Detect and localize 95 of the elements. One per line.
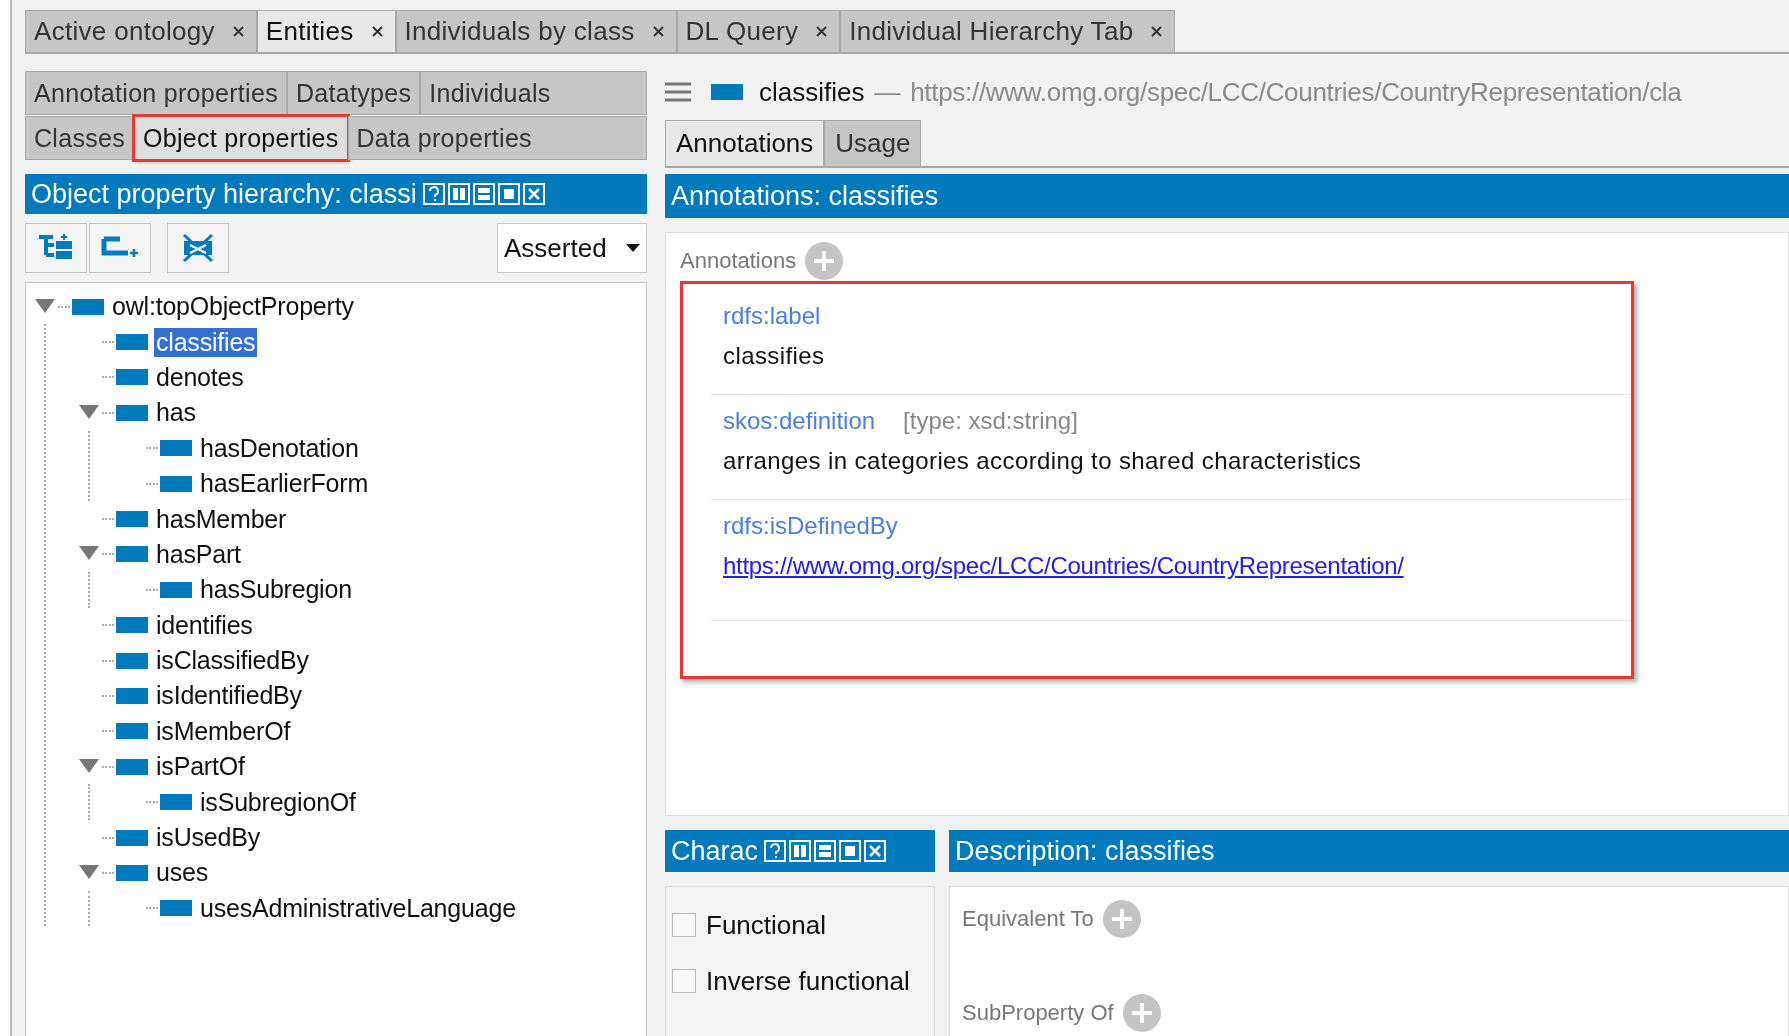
split-horizontal-icon[interactable] (814, 840, 837, 862)
caret-icon (626, 244, 640, 252)
checkbox-label: Inverse functional (706, 965, 910, 997)
section-label: Equivalent To (962, 906, 1094, 932)
entity-tab[interactable]: Individuals (420, 71, 647, 115)
entity-tab[interactable]: Data properties (347, 116, 647, 160)
property-icon (711, 84, 743, 100)
mode-dropdown[interactable]: Asserted (497, 223, 647, 273)
property-icon (116, 829, 148, 846)
entity-tab[interactable]: Classes (25, 116, 135, 160)
checkbox[interactable] (672, 969, 696, 993)
property-icon (160, 581, 192, 598)
maximize-icon[interactable] (839, 840, 862, 862)
section-label: Annotations (680, 248, 797, 274)
add-sibling-button[interactable] (89, 223, 151, 273)
tree-item[interactable]: isSubregionOf (198, 787, 358, 817)
delete-button[interactable] (167, 223, 229, 273)
split-vertical-icon[interactable] (447, 183, 470, 205)
checkbox[interactable] (672, 913, 696, 937)
tab[interactable]: Active ontology (25, 10, 257, 52)
entity-name: classifies (759, 76, 865, 108)
entity-tab[interactable]: Object properties (134, 116, 348, 160)
property-icon (160, 794, 192, 811)
checkbox-label: Functional (706, 909, 826, 941)
expand-toggle-icon[interactable] (79, 546, 99, 561)
property-icon (116, 723, 148, 740)
property-icon (116, 652, 148, 669)
help-icon[interactable] (764, 840, 787, 862)
property-icon (116, 404, 148, 421)
separator: — (874, 76, 901, 108)
close-icon[interactable] (1151, 26, 1163, 37)
tree-item[interactable]: hasDenotation (198, 433, 361, 463)
panel-title: Annotations: classifies (671, 180, 939, 212)
tree-item[interactable]: isClassifiedBy (154, 646, 311, 676)
close-icon[interactable] (232, 26, 244, 37)
tab[interactable]: Individuals by class (395, 10, 677, 52)
expand-toggle-icon[interactable] (79, 758, 99, 773)
tree-item[interactable]: usesAdministrativeLanguage (198, 893, 518, 923)
close-icon[interactable] (816, 26, 828, 37)
tree-item[interactable]: isMemberOf (154, 716, 293, 746)
tree-item[interactable]: has (154, 398, 198, 428)
entity-tab[interactable]: Annotation properties (25, 71, 287, 115)
property-icon (160, 900, 192, 917)
maximize-icon[interactable] (497, 183, 520, 205)
property-icon (116, 864, 148, 881)
tree-item[interactable]: owl:topObjectProperty (110, 292, 356, 322)
tab[interactable]: Entities (256, 10, 396, 52)
panel-title: Object property hierarchy: classi (31, 178, 417, 210)
tab[interactable]: Individual Hierarchy Tab (840, 10, 1176, 52)
menu-icon[interactable] (665, 81, 691, 103)
panel-title: Description: classifies (955, 835, 1215, 867)
expand-toggle-icon[interactable] (79, 864, 99, 879)
entity-tab[interactable]: Datatypes (286, 71, 421, 115)
property-icon (160, 475, 192, 492)
tree-item[interactable]: isIdentifiedBy (154, 681, 304, 711)
annotation-link[interactable]: https://www.omg.org/spec/LCC/Countries/CountryRepresentation/ (723, 552, 1404, 580)
property-icon (116, 688, 148, 704)
add-subproperty-button[interactable] (25, 223, 87, 273)
section-label: SubProperty Of (962, 1000, 1114, 1026)
property-icon (116, 511, 148, 528)
tree-item[interactable]: identifies (154, 610, 255, 640)
property-icon (116, 334, 148, 351)
type-note: [type: xsd:string] (903, 407, 1078, 435)
tree-item[interactable]: hasPart (154, 539, 243, 569)
split-vertical-icon[interactable] (789, 840, 812, 862)
property-icon (116, 369, 148, 386)
property-icon (160, 440, 192, 457)
annotation-property[interactable]: skos:definition (723, 407, 876, 435)
tab[interactable]: DL Query (676, 10, 841, 52)
close-icon[interactable] (371, 26, 383, 37)
annotation-property[interactable]: rdfs:label (723, 302, 821, 330)
tree-item[interactable]: hasMember (154, 504, 289, 534)
expand-toggle-icon[interactable] (79, 404, 99, 419)
property-icon (116, 758, 148, 775)
tree-item[interactable]: isUsedBy (154, 823, 262, 853)
property-icon (116, 546, 148, 563)
tree-item[interactable]: isPartOf (154, 752, 247, 782)
help-icon[interactable] (422, 183, 445, 205)
panel-title: Charac (671, 835, 759, 867)
annotation-value: classifies (723, 341, 826, 371)
expand-toggle-icon[interactable] (35, 298, 55, 313)
split-horizontal-icon[interactable] (472, 183, 495, 205)
tree-item[interactable]: denotes (154, 362, 246, 392)
property-icon (116, 617, 148, 634)
tree-item[interactable]: classifies (154, 327, 258, 357)
annotation-value: arranges in categories according to shared characteristics (723, 446, 1363, 476)
tab[interactable]: Annotations (665, 120, 825, 166)
property-icon (72, 298, 104, 315)
entity-iri: https://www.omg.org/spec/LCC/Countries/CountryRepresentation/cla (910, 76, 1682, 108)
close-icon[interactable] (652, 26, 664, 37)
tab[interactable]: Usage (824, 120, 922, 166)
tree-item[interactable]: hasSubregion (198, 575, 354, 605)
tree-item[interactable]: hasEarlierForm (198, 469, 371, 499)
tree-item[interactable]: uses (154, 858, 210, 888)
annotation-property[interactable]: rdfs:isDefinedBy (723, 512, 898, 540)
